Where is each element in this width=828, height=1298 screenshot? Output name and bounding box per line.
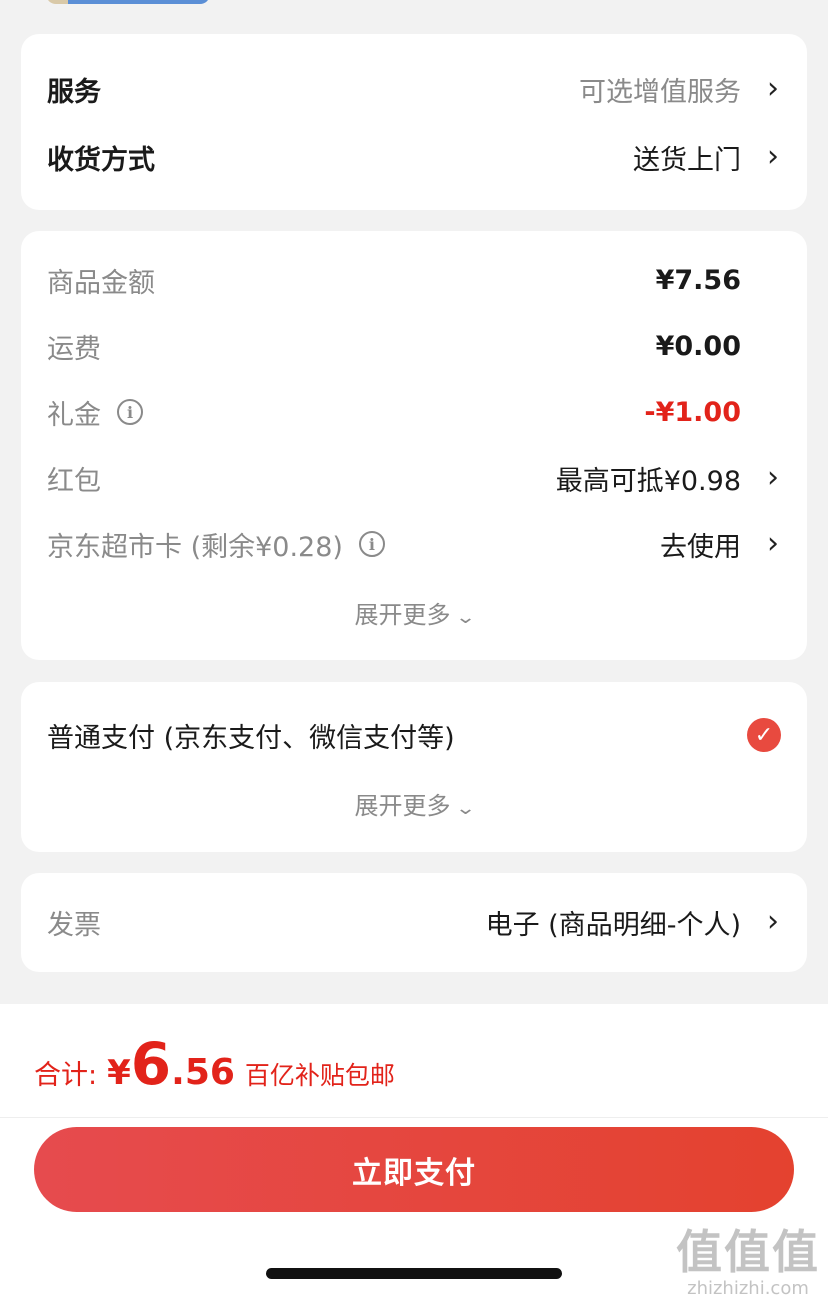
product-thumbnail-edge: [46, 0, 210, 4]
payment-method-row[interactable]: 普通支付 (京东支付、微信支付等) ✓: [47, 710, 781, 760]
shipping-value: ¥0.00: [655, 330, 741, 362]
delivery-value: 送货上门 ›: [633, 138, 779, 177]
redpacket-value-text: 最高可抵¥0.98: [555, 465, 741, 497]
shipping-label: 运费: [47, 333, 101, 365]
shipping-row: 运费 ¥0.00: [47, 321, 779, 371]
pay-now-button[interactable]: 立即支付: [34, 1127, 794, 1212]
gift-label-wrap: 礼金 i: [47, 393, 143, 432]
supermarket-card-value-text: 去使用: [660, 531, 741, 563]
gift-value: -¥1.00: [644, 396, 741, 428]
supermarket-card-row[interactable]: 京东超市卡 (剩余¥0.28) i 去使用 ›: [47, 519, 779, 569]
service-value: 可选增值服务 ›: [579, 70, 779, 109]
redpacket-label: 红包: [47, 465, 101, 497]
total-integer: 6: [130, 1030, 172, 1098]
home-indicator[interactable]: [266, 1268, 562, 1279]
chevron-right-icon: ›: [767, 460, 779, 495]
redpacket-value: 最高可抵¥0.98 ›: [556, 459, 779, 498]
delivery-label: 收货方式: [47, 144, 155, 176]
footer-divider: [0, 1117, 828, 1118]
invoice-value-text: 电子 (商品明细-个人): [485, 909, 741, 941]
delivery-row[interactable]: 收货方式 送货上门 ›: [47, 132, 779, 182]
invoice-row[interactable]: 发票 电子 (商品明细-个人) ›: [47, 897, 779, 947]
chevron-down-icon: ⌄: [455, 607, 477, 628]
delivery-value-text: 送货上门: [633, 144, 741, 176]
chevron-right-icon: ›: [767, 904, 779, 939]
goods-amount-value: ¥7.56: [655, 264, 741, 296]
goods-amount-label: 商品金额: [47, 267, 155, 299]
payment-method-label: 普通支付 (京东支付、微信支付等): [47, 722, 455, 754]
gift-row: 礼金 i -¥1.00: [47, 387, 779, 437]
payment-expand-more[interactable]: 展开更多 ⌄: [21, 786, 807, 821]
chevron-right-icon: ›: [767, 71, 779, 106]
info-icon[interactable]: i: [117, 399, 143, 425]
invoice-label: 发票: [47, 909, 101, 941]
watermark-logo: 值值值: [676, 1225, 820, 1279]
supermarket-card-label-wrap: 京东超市卡 (剩余¥0.28) i: [47, 525, 385, 564]
gift-label: 礼金: [47, 399, 101, 431]
expand-more-label: 展开更多: [354, 792, 451, 820]
order-total: 合计: ¥ 6 .56 百亿补贴包邮: [34, 1030, 395, 1100]
goods-amount-row: 商品金额 ¥7.56: [47, 255, 779, 305]
supermarket-card-label: 京东超市卡 (剩余¥0.28): [47, 531, 343, 563]
invoice-value: 电子 (商品明细-个人) ›: [486, 903, 779, 942]
checked-icon[interactable]: ✓: [747, 718, 781, 752]
price-card: 商品金额 ¥7.56 运费 ¥0.00 礼金 i -¥1.00 红包 最高可抵¥…: [21, 231, 807, 660]
chevron-right-icon: ›: [767, 139, 779, 174]
top-strip: [0, 0, 828, 34]
expand-more-label: 展开更多: [354, 601, 451, 629]
watermark-url: zhizhizhi.com: [687, 1278, 809, 1298]
subsidy-tag: 百亿补贴包邮: [244, 1061, 395, 1090]
info-icon[interactable]: i: [358, 531, 385, 557]
total-label: 合计:: [34, 1060, 98, 1091]
watermark: 值值值 zhizhizhi.com: [676, 1216, 820, 1298]
supermarket-card-value: 去使用 ›: [660, 525, 779, 564]
price-expand-more[interactable]: 展开更多 ⌄: [21, 595, 807, 630]
chevron-down-icon: ⌄: [455, 798, 477, 819]
chevron-right-icon: ›: [767, 526, 779, 561]
service-row[interactable]: 服务 可选增值服务 ›: [47, 64, 779, 114]
service-value-text: 可选增值服务: [579, 76, 741, 108]
total-decimal: .56: [171, 1052, 235, 1093]
payment-card: 普通支付 (京东支付、微信支付等) ✓ 展开更多 ⌄: [21, 682, 807, 852]
service-label: 服务: [47, 76, 101, 108]
service-card: 服务 可选增值服务 › 收货方式 送货上门 ›: [21, 34, 807, 210]
total-currency: ¥: [107, 1053, 131, 1093]
redpacket-row[interactable]: 红包 最高可抵¥0.98 ›: [47, 453, 779, 503]
invoice-card: 发票 电子 (商品明细-个人) ›: [21, 873, 807, 972]
